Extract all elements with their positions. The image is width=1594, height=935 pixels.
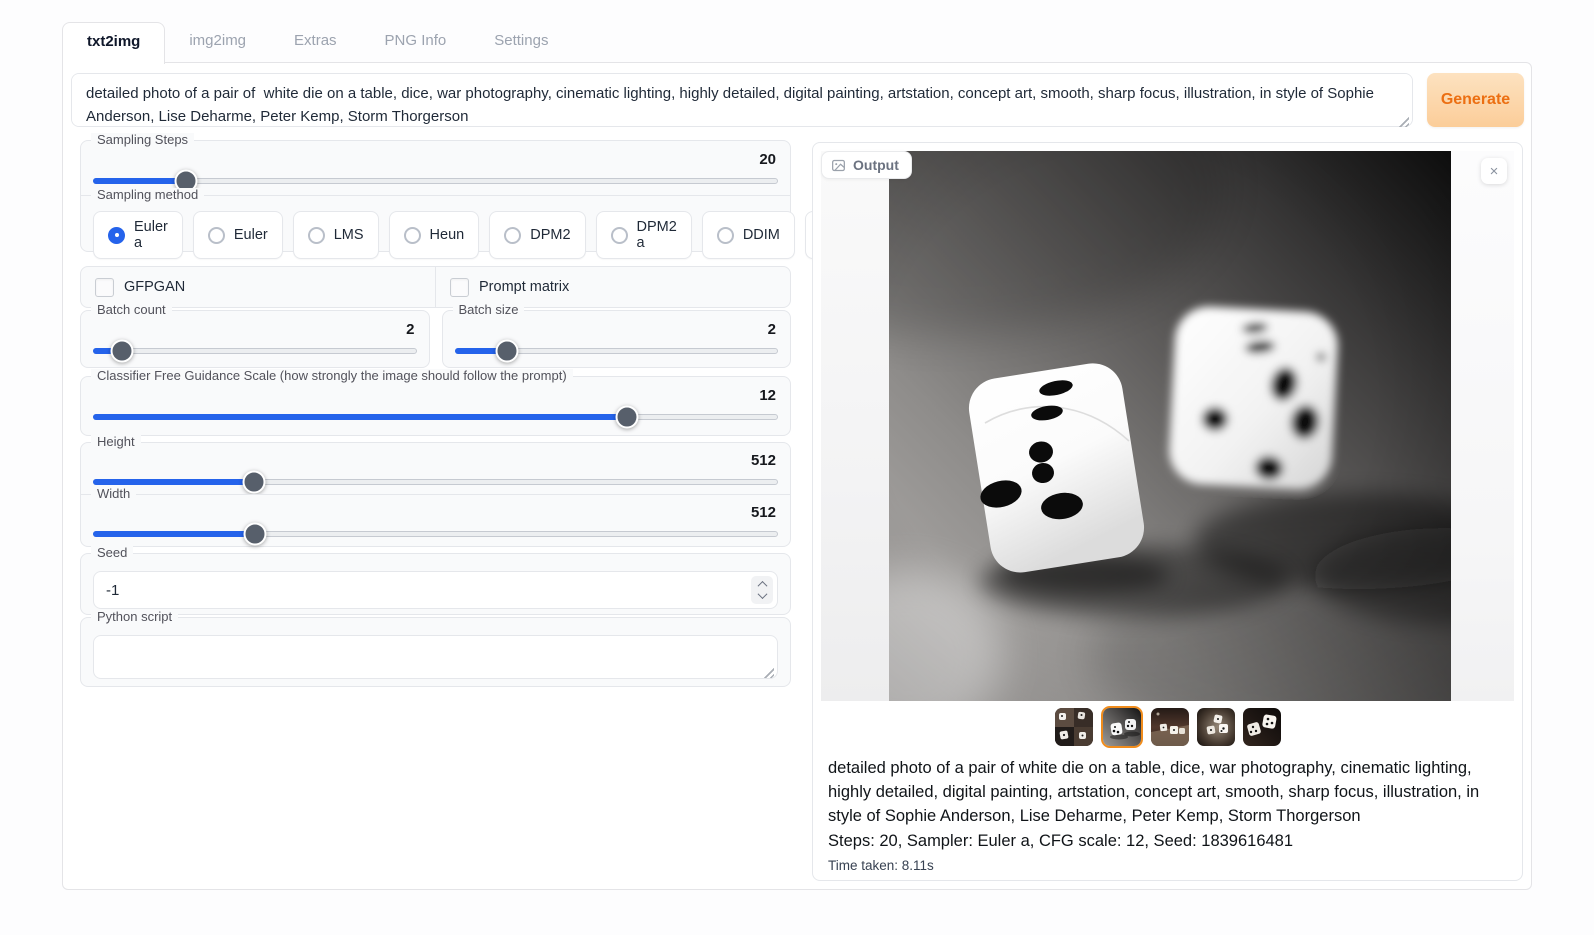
sampling-method-box: Sampling method Euler a Euler LMS Heun D…: [80, 195, 791, 252]
output-tab[interactable]: Output: [821, 151, 912, 179]
output-caption-params: Steps: 20, Sampler: Euler a, CFG scale: …: [821, 828, 1514, 854]
height-slider[interactable]: [93, 472, 778, 492]
sampling-steps-label: Sampling Steps: [91, 133, 194, 147]
slider-track[interactable]: [93, 348, 417, 354]
cfg-scale-value: 12: [93, 388, 776, 403]
radio-icon: [404, 227, 421, 244]
spinner-down-icon[interactable]: [757, 589, 767, 599]
width-box: Width 512: [80, 494, 791, 547]
toggles-panel: GFPGAN Prompt matrix: [80, 266, 791, 308]
gallery-thumbnail-3[interactable]: [1151, 708, 1189, 746]
cfg-scale-box: Classifier Free Guidance Scale (how stro…: [80, 376, 791, 436]
generated-image[interactable]: [889, 151, 1451, 701]
sampling-method-label: Sampling method: [91, 188, 204, 202]
checkbox-icon: [95, 278, 114, 297]
output-gallery: [821, 151, 1514, 701]
txt2img-app: txt2img img2img Extras PNG Info Settings…: [0, 0, 1594, 935]
checkbox-icon: [450, 278, 469, 297]
batch-count-value: 2: [93, 322, 415, 337]
batch-size-slider[interactable]: [455, 341, 779, 361]
prompt-input[interactable]: detailed photo of a pair of white die on…: [71, 73, 1413, 127]
batch-size-box: Batch size 2: [442, 310, 792, 368]
gallery-next-peek: [1451, 151, 1514, 701]
gallery-thumbnail-4[interactable]: [1197, 708, 1235, 746]
image-icon: [831, 158, 846, 173]
slider-thumb[interactable]: [243, 523, 266, 546]
radio-icon: [108, 227, 125, 244]
batch-count-box: Batch count 2: [80, 310, 430, 368]
slider-fill: [93, 178, 186, 184]
seed-input[interactable]: [93, 571, 778, 609]
generate-button[interactable]: Generate: [1427, 73, 1524, 127]
tab-img2img[interactable]: img2img: [165, 22, 270, 63]
height-label: Height: [91, 435, 141, 449]
number-spinner[interactable]: [751, 576, 773, 604]
tab-content: detailed photo of a pair of white die on…: [62, 62, 1532, 890]
tab-bar: txt2img img2img Extras PNG Info Settings: [62, 22, 1532, 63]
python-script-input[interactable]: [93, 635, 778, 679]
width-value: 512: [93, 505, 776, 520]
slider-thumb[interactable]: [242, 471, 265, 494]
tab-png-info[interactable]: PNG Info: [361, 22, 471, 63]
slider-thumb[interactable]: [496, 340, 519, 363]
slider-thumb[interactable]: [616, 406, 639, 429]
height-box: Height 512: [80, 442, 791, 495]
sampler-option-dpm2[interactable]: DPM2: [489, 211, 585, 259]
sampler-option-euler[interactable]: Euler: [193, 211, 283, 259]
python-script-label: Python script: [91, 610, 178, 624]
cfg-scale-slider[interactable]: [93, 407, 778, 427]
tab-txt2img[interactable]: txt2img: [62, 22, 165, 64]
seed-label: Seed: [91, 546, 133, 560]
slider-fill: [93, 531, 255, 537]
gfpgan-checkbox[interactable]: GFPGAN: [81, 267, 435, 307]
gallery-thumbnails: [821, 701, 1514, 753]
main-card: txt2img img2img Extras PNG Info Settings…: [62, 22, 1532, 890]
slider-thumb[interactable]: [111, 340, 134, 363]
tab-settings[interactable]: Settings: [470, 22, 572, 63]
output-caption-prompt: detailed photo of a pair of white die on…: [821, 753, 1514, 828]
sampler-options: Euler a Euler LMS Heun DPM2 DPM2 a DDIM …: [93, 211, 778, 259]
batch-count-slider[interactable]: [93, 341, 417, 361]
cfg-scale-label: Classifier Free Guidance Scale (how stro…: [91, 369, 573, 383]
width-slider[interactable]: [93, 524, 778, 544]
batch-size-label: Batch size: [453, 303, 525, 317]
prompt-row: detailed photo of a pair of white die on…: [71, 73, 1524, 132]
height-value: 512: [93, 453, 776, 468]
slider-fill: [93, 479, 254, 485]
settings-column: Sampling Steps 20 Sampling method Euler …: [80, 140, 791, 687]
sampler-option-heun[interactable]: Heun: [389, 211, 480, 259]
seed-box: Seed: [80, 553, 791, 615]
output-panel: Output ×: [812, 142, 1523, 881]
output-time-taken: Time taken: 8.11s: [821, 854, 1514, 873]
radio-icon: [308, 227, 325, 244]
gallery-thumbnail-5[interactable]: [1243, 708, 1281, 746]
sampling-steps-value: 20: [93, 152, 776, 167]
sampler-option-ddim[interactable]: DDIM: [702, 211, 795, 259]
slider-fill: [93, 414, 627, 420]
width-label: Width: [91, 487, 136, 501]
batch-size-value: 2: [455, 322, 777, 337]
tab-extras[interactable]: Extras: [270, 22, 361, 63]
output-tab-label: Output: [853, 157, 899, 173]
batch-count-label: Batch count: [91, 303, 172, 317]
sampler-option-lms[interactable]: LMS: [293, 211, 379, 259]
gallery-thumbnail-1[interactable]: [1055, 708, 1093, 746]
radio-icon: [504, 227, 521, 244]
sampler-option-dpm2-a[interactable]: DPM2 a: [596, 211, 692, 259]
python-script-box: Python script: [80, 617, 791, 687]
gallery-thumbnail-2[interactable]: [1101, 706, 1143, 748]
radio-icon: [208, 227, 225, 244]
close-icon[interactable]: ×: [1481, 158, 1507, 184]
radio-icon: [717, 227, 734, 244]
gallery-prev-peek: [821, 151, 889, 701]
radio-icon: [611, 227, 628, 244]
prompt-matrix-checkbox[interactable]: Prompt matrix: [435, 267, 790, 307]
sampler-option-euler-a[interactable]: Euler a: [93, 211, 183, 259]
